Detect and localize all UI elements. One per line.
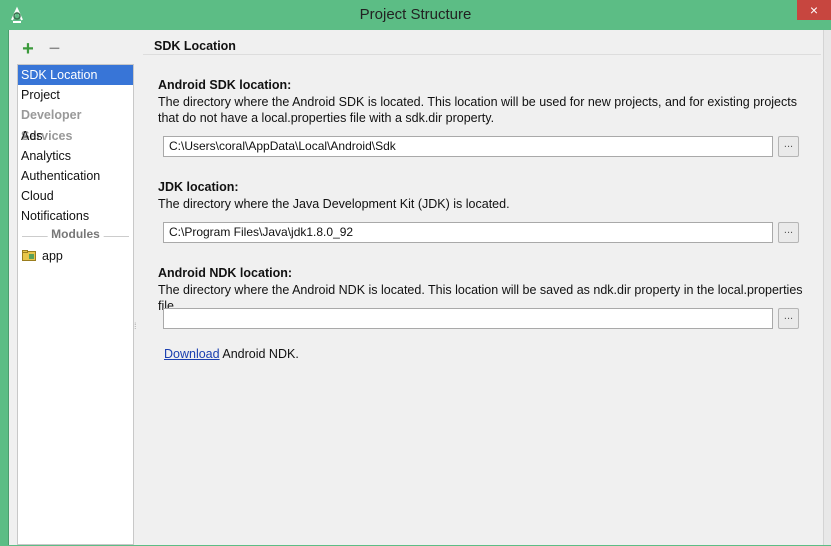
android-ndk-browse-button[interactable]: ...: [778, 308, 799, 329]
sidebar-item-project[interactable]: Project: [18, 85, 133, 105]
module-folder-icon: [22, 250, 36, 261]
ndk-download-line: Download Android NDK.: [164, 347, 299, 361]
module-label: app: [42, 249, 63, 263]
sidebar-toolbar: + −: [17, 39, 65, 60]
sidebar-item-notifications[interactable]: Notifications: [18, 206, 133, 226]
android-ndk-path-input[interactable]: [163, 308, 773, 329]
add-button[interactable]: +: [17, 39, 39, 60]
sidebar-item-ads[interactable]: Ads: [18, 126, 133, 146]
dialog-body: + − SDK Location Project Developer Servi…: [8, 30, 831, 545]
android-sdk-path-input[interactable]: C:\Users\coral\AppData\Local\Android\Sdk: [163, 136, 773, 157]
right-edge: [823, 30, 831, 545]
modules-header: Modules: [47, 227, 104, 241]
sidebar-item-analytics[interactable]: Analytics: [18, 146, 133, 166]
sdk-location-panel: SDK Location Android SDK location: The d…: [143, 30, 821, 545]
sidebar: SDK Location Project Developer Services …: [17, 64, 134, 545]
download-ndk-link[interactable]: Download: [164, 347, 220, 361]
jdk-path-input[interactable]: C:\Program Files\Java\jdk1.8.0_92: [163, 222, 773, 243]
jdk-description: The directory where the Java Development…: [158, 197, 510, 211]
developer-services-header: Developer Services: [21, 108, 82, 143]
settings-panel: Android SDK location: The directory wher…: [143, 54, 821, 546]
window-title: Project Structure: [359, 6, 472, 23]
jdk-browse-button[interactable]: ...: [778, 222, 799, 243]
android-sdk-label: Android SDK location:: [158, 78, 292, 92]
remove-button[interactable]: −: [43, 39, 65, 60]
download-ndk-suffix: Android NDK.: [219, 347, 299, 361]
modules-separator: Modules: [22, 226, 129, 246]
sidebar-item-app[interactable]: app: [18, 246, 133, 266]
android-sdk-description: The directory where the Android SDK is l…: [158, 95, 797, 125]
close-button[interactable]: ×: [797, 0, 831, 20]
section-title: SDK Location: [154, 39, 236, 53]
splitter-handle[interactable]: ⁞: [134, 322, 138, 340]
android-ndk-label: Android NDK location:: [158, 266, 293, 280]
android-sdk-browse-button[interactable]: ...: [778, 136, 799, 157]
title-bar: Project Structure ×: [0, 0, 831, 30]
sidebar-item-authentication[interactable]: Authentication: [18, 166, 133, 186]
sidebar-item-cloud[interactable]: Cloud: [18, 186, 133, 206]
jdk-label: JDK location:: [158, 180, 239, 194]
sidebar-item-sdk-location[interactable]: SDK Location: [18, 65, 133, 85]
